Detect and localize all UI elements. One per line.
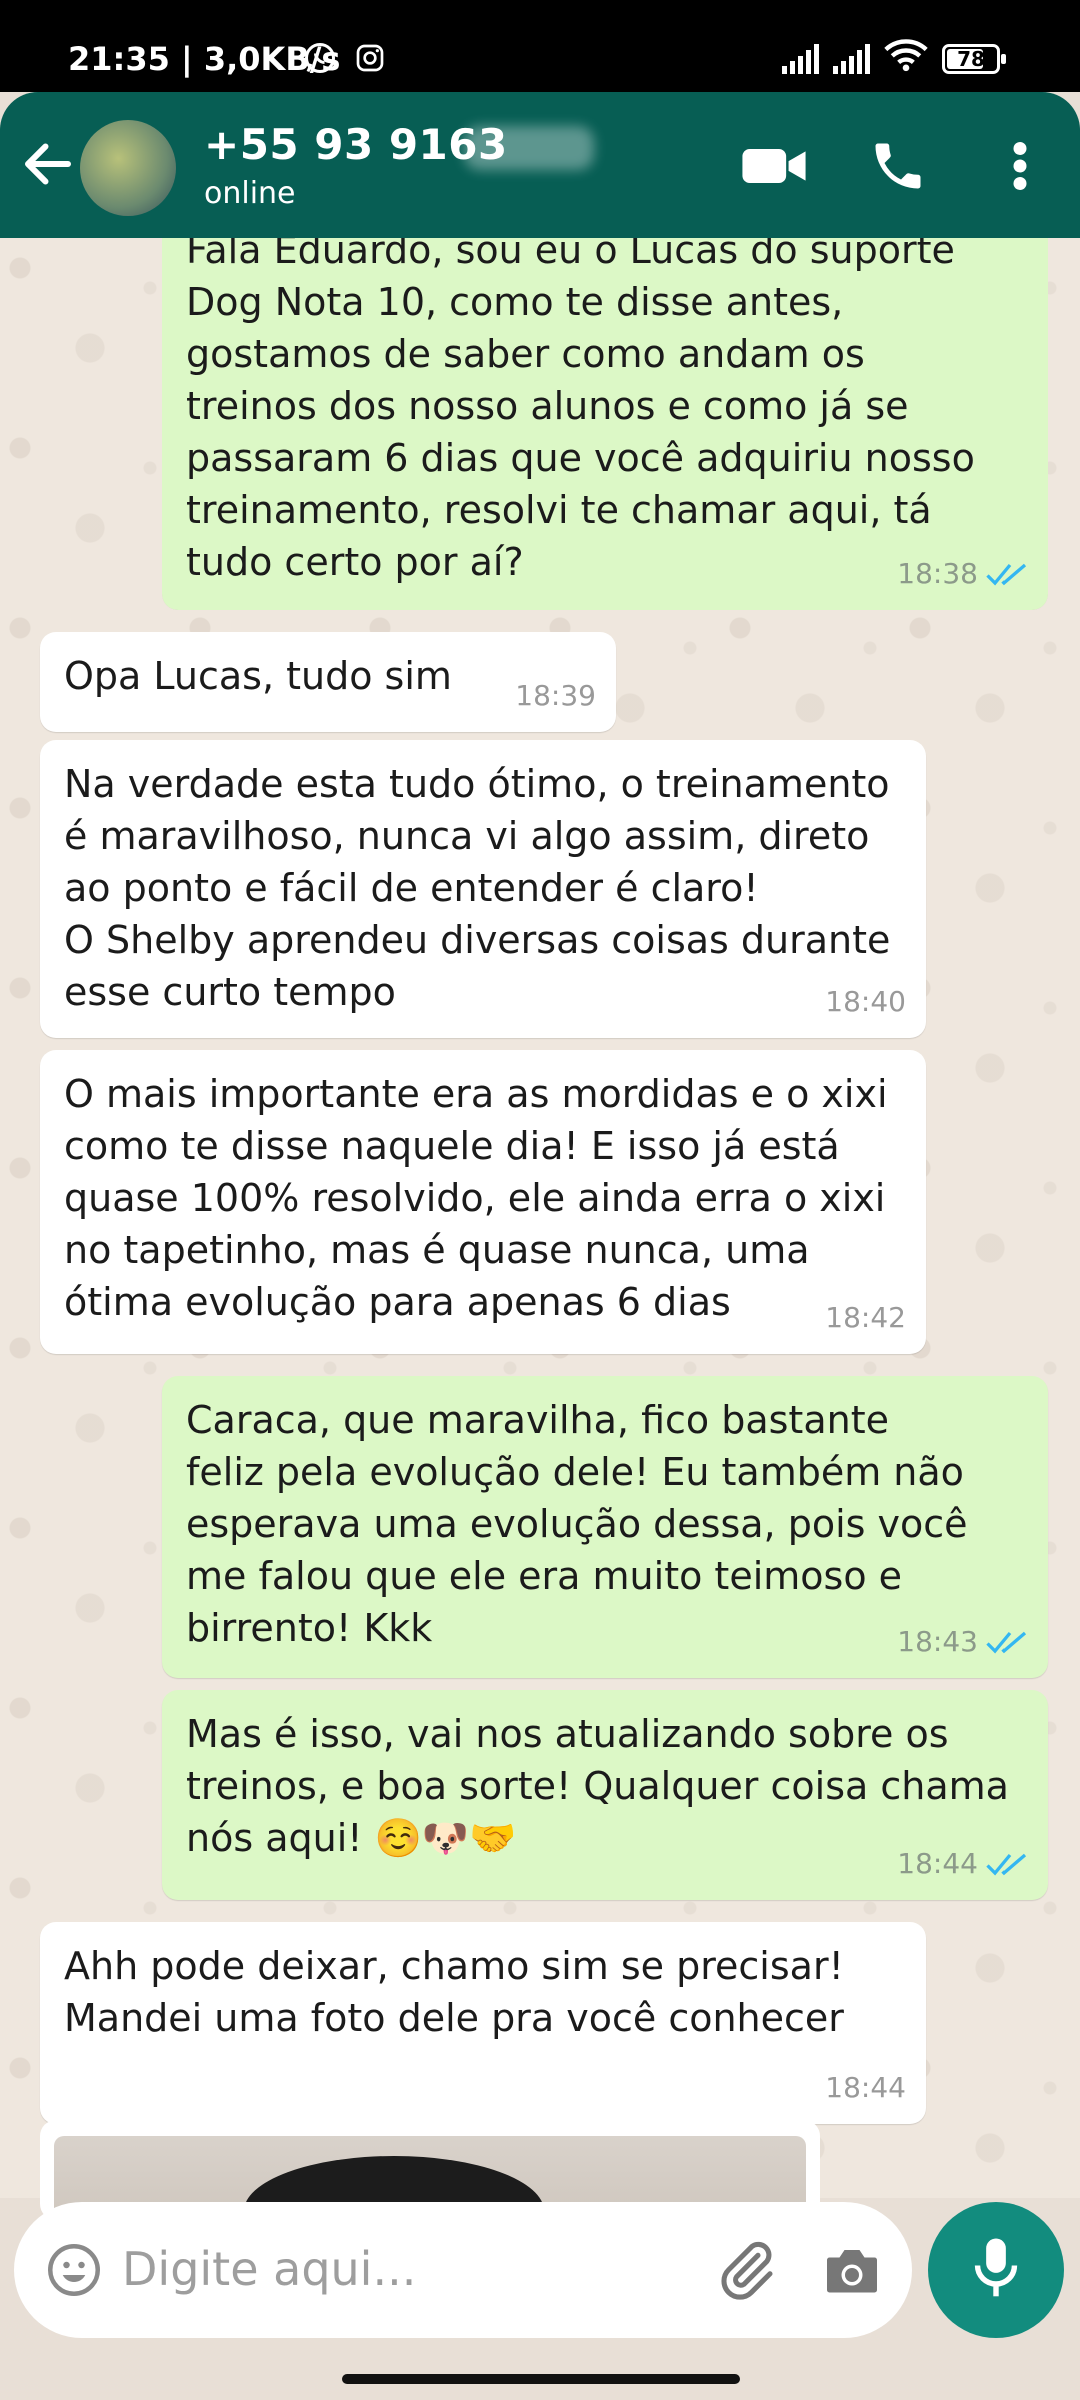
- message-text: Na verdade esta tudo ótimo, o treinament…: [64, 762, 891, 1014]
- battery-level: 78: [957, 47, 985, 71]
- message-bubble-in[interactable]: Opa Lucas, tudo sim 18:39: [40, 632, 616, 732]
- message-time: 18:43: [897, 1625, 978, 1658]
- wifi-icon: [884, 38, 928, 80]
- message-bubble-out[interactable]: Mas é isso, vai nos atualizando sobre os…: [162, 1690, 1048, 1900]
- instagram-notification-icon: [354, 42, 386, 82]
- message-text: Caraca, que maravilha, fico bastante fel…: [186, 1398, 968, 1650]
- signal-icon-2: [833, 44, 870, 74]
- read-receipt-icon: [986, 563, 1027, 586]
- voice-message-button[interactable]: [928, 2202, 1064, 2338]
- status-time-speed: 21:35 | 3,0KB/s: [68, 40, 341, 78]
- read-receipt-icon: [986, 1853, 1027, 1876]
- message-bubble-in[interactable]: Na verdade esta tudo ótimo, o treinament…: [40, 740, 926, 1038]
- status-bar: 21:35 | 3,0KB/s 78: [0, 0, 1080, 92]
- message-time: 18:40: [825, 985, 906, 1018]
- message-text: Fala Eduardo, sou eu o Lucas do suporte …: [186, 228, 975, 584]
- whatsapp-notification-icon: [302, 40, 338, 84]
- message-bubble-in[interactable]: O mais importante era as mordidas e o xi…: [40, 1050, 926, 1354]
- camera-icon[interactable]: [822, 2242, 882, 2302]
- message-bubble-in[interactable]: Ahh pode deixar, chamo sim se precisar! …: [40, 1922, 926, 2124]
- home-indicator[interactable]: [342, 2374, 740, 2384]
- microphone-icon: [968, 2236, 1024, 2304]
- message-input[interactable]: Digite aqui...: [122, 2242, 416, 2296]
- back-arrow-icon[interactable]: [18, 134, 78, 194]
- video-call-icon[interactable]: [740, 136, 808, 200]
- battery-icon: 78: [942, 44, 1006, 74]
- voice-call-icon[interactable]: [868, 136, 928, 200]
- message-time: 18:44: [825, 2071, 906, 2104]
- more-options-icon[interactable]: [1000, 136, 1040, 200]
- message-bubble-out[interactable]: Fala Eduardo, sou eu o Lucas do suporte …: [162, 228, 1048, 610]
- message-text: O mais importante era as mordidas e o xi…: [64, 1072, 888, 1324]
- message-time: 18:38: [897, 557, 978, 590]
- contact-name[interactable]: +55 93 9163: [204, 120, 508, 169]
- message-bubble-out[interactable]: Caraca, que maravilha, fico bastante fel…: [162, 1376, 1048, 1678]
- read-receipt-icon: [986, 1631, 1027, 1654]
- message-time: 18:44: [897, 1847, 978, 1880]
- redacted-number: [464, 126, 594, 170]
- message-text: Ahh pode deixar, chamo sim se precisar! …: [64, 1944, 844, 2040]
- message-time: 18:42: [825, 1301, 906, 1334]
- contact-status: online: [204, 176, 296, 211]
- chat-header: +55 93 9163 online: [0, 92, 1080, 240]
- contact-avatar[interactable]: [80, 120, 176, 216]
- signal-icon: [782, 44, 819, 74]
- message-text: Opa Lucas, tudo sim: [64, 654, 452, 698]
- message-composer: Digite aqui...: [14, 2202, 912, 2338]
- attach-icon[interactable]: [714, 2238, 778, 2306]
- emoji-icon[interactable]: [44, 2240, 104, 2304]
- message-time: 18:39: [515, 679, 596, 712]
